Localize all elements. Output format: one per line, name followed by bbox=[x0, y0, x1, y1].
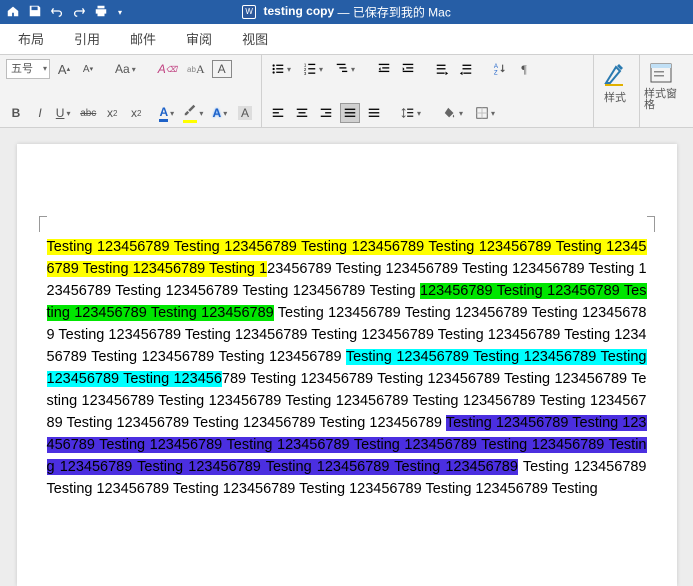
distributed-button[interactable] bbox=[364, 103, 384, 123]
numbering-button[interactable]: 123▾ bbox=[300, 59, 328, 79]
ribbon-tabs: 布局 引用 邮件 审阅 视图 bbox=[0, 24, 693, 54]
ltr-button[interactable] bbox=[432, 59, 452, 79]
bold-button[interactable]: B bbox=[6, 103, 26, 123]
svg-text:3: 3 bbox=[304, 71, 307, 76]
line-spacing-button[interactable]: ▾ bbox=[398, 103, 426, 123]
margin-marker-right bbox=[647, 216, 655, 232]
sort-button[interactable]: AZ bbox=[490, 59, 510, 79]
tab-mailings[interactable]: 邮件 bbox=[116, 23, 170, 54]
margin-marker-left bbox=[39, 216, 47, 232]
show-marks-button[interactable]: ¶ bbox=[514, 59, 534, 79]
save-icon[interactable] bbox=[28, 4, 42, 21]
doc-status: — 已保存到我的 Mac bbox=[334, 6, 451, 20]
paragraph-group: ▾ 123▾ ▾ AZ ¶ ▾ ▾ ▾ bbox=[262, 55, 594, 127]
char-border-button[interactable]: A bbox=[212, 60, 232, 78]
superscript-button[interactable]: x2 bbox=[126, 103, 146, 123]
ribbon: 五号 ▾ A▴ A▾ Aa▾ A⌫ abA A B I U▾ abc x2 x2… bbox=[0, 54, 693, 128]
clear-formatting-button[interactable]: A⌫ bbox=[155, 59, 180, 79]
home-icon[interactable] bbox=[6, 4, 20, 21]
tab-layout[interactable]: 布局 bbox=[4, 23, 58, 54]
undo-icon[interactable] bbox=[50, 4, 64, 21]
multilevel-list-button[interactable]: ▾ bbox=[332, 59, 360, 79]
font-size-value: 五号 bbox=[11, 60, 33, 78]
align-right-button[interactable] bbox=[316, 103, 336, 123]
underline-button[interactable]: U▾ bbox=[54, 103, 74, 123]
redo-icon[interactable] bbox=[72, 4, 86, 21]
quick-access-toolbar: ▾ bbox=[0, 4, 124, 21]
shading-button[interactable]: ▾ bbox=[440, 103, 468, 123]
word-doc-icon: W bbox=[242, 5, 256, 19]
chevron-down-icon: ▾ bbox=[41, 60, 49, 78]
tab-references[interactable]: 引用 bbox=[60, 23, 114, 54]
shrink-font-button[interactable]: A▾ bbox=[78, 59, 98, 79]
bullets-button[interactable]: ▾ bbox=[268, 59, 296, 79]
phonetic-guide-button[interactable]: abA bbox=[184, 59, 208, 79]
align-center-button[interactable] bbox=[292, 103, 312, 123]
tab-view[interactable]: 视图 bbox=[228, 23, 282, 54]
page: Testing 123456789 Testing 123456789 Test… bbox=[17, 144, 677, 586]
strikethrough-button[interactable]: abc bbox=[78, 103, 98, 123]
styles-group: 样式 bbox=[594, 55, 640, 127]
borders-button[interactable]: ▾ bbox=[472, 103, 500, 123]
svg-text:Z: Z bbox=[494, 69, 498, 76]
increase-indent-button[interactable] bbox=[398, 59, 418, 79]
document-body[interactable]: Testing 123456789 Testing 123456789 Test… bbox=[47, 236, 647, 500]
styles-label: 样式 bbox=[604, 89, 626, 105]
styles-button[interactable]: 样式 bbox=[596, 57, 634, 109]
decrease-indent-button[interactable] bbox=[374, 59, 394, 79]
document-area: Testing 123456789 Testing 123456789 Test… bbox=[0, 128, 693, 586]
qat-dropdown-icon[interactable]: ▾ bbox=[116, 8, 124, 17]
text-effects-button[interactable]: A▾ bbox=[211, 103, 231, 123]
rtl-button[interactable] bbox=[456, 59, 476, 79]
highlight-button[interactable]: ▾ bbox=[182, 103, 207, 123]
align-justify-button[interactable] bbox=[340, 103, 360, 123]
char-shading-button[interactable]: A bbox=[235, 103, 255, 123]
tab-review[interactable]: 审阅 bbox=[172, 23, 226, 54]
styles-pane-label: 样式窗格 bbox=[644, 89, 678, 111]
title-bar: ▾ W testing copy — 已保存到我的 Mac bbox=[0, 0, 693, 24]
font-color-button[interactable]: A▾ bbox=[158, 103, 178, 123]
font-group: 五号 ▾ A▴ A▾ Aa▾ A⌫ abA A B I U▾ abc x2 x2… bbox=[0, 55, 262, 127]
print-icon[interactable] bbox=[94, 4, 108, 21]
change-case-button[interactable]: Aa▾ bbox=[112, 59, 141, 79]
styles-pane-group: 样式窗格 bbox=[640, 55, 686, 127]
styles-pane-button[interactable]: 样式窗格 bbox=[642, 57, 680, 115]
doc-name: testing copy bbox=[263, 4, 334, 18]
grow-font-button[interactable]: A▴ bbox=[54, 59, 74, 79]
italic-button[interactable]: I bbox=[30, 103, 50, 123]
subscript-button[interactable]: x2 bbox=[102, 103, 122, 123]
align-left-button[interactable] bbox=[268, 103, 288, 123]
font-size-select[interactable]: 五号 ▾ bbox=[6, 59, 50, 79]
